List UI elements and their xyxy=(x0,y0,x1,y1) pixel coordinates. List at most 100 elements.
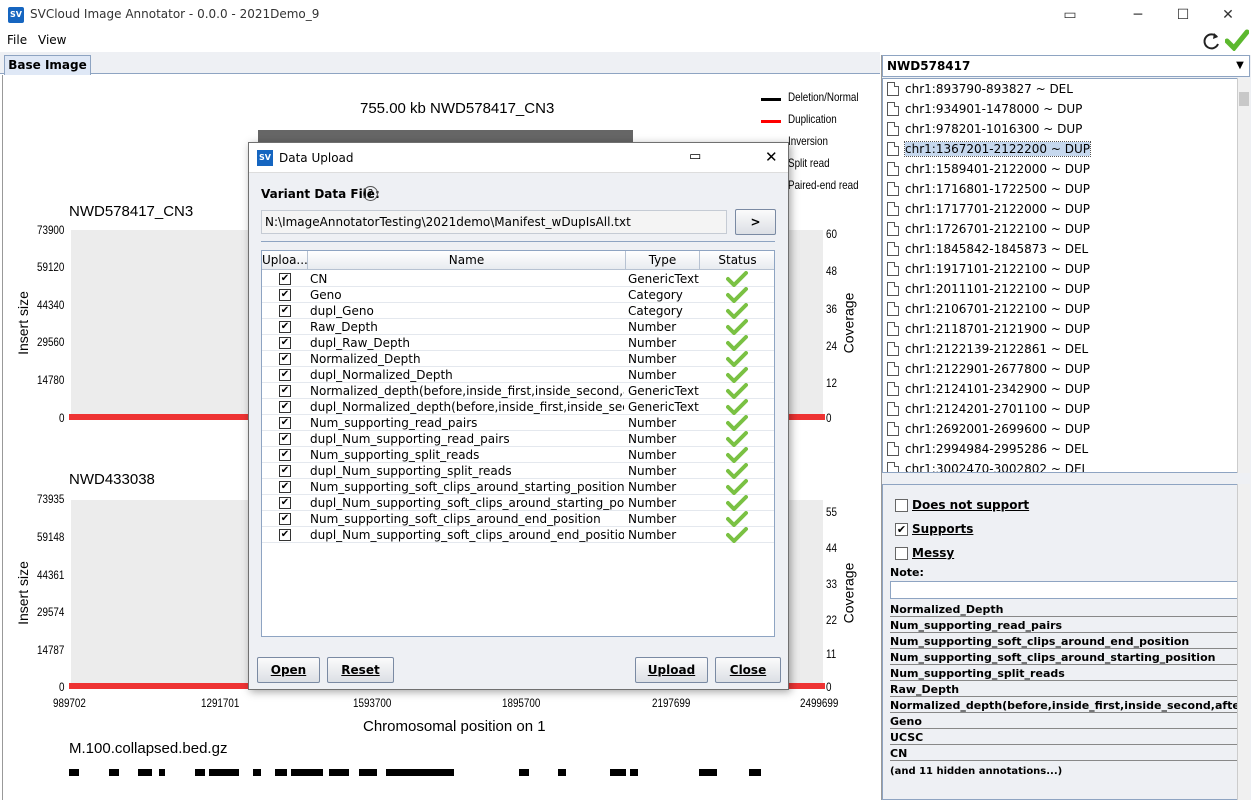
supports-checkbox[interactable]: ✔ xyxy=(895,523,908,536)
variant-list-item[interactable]: chr1:1716801-1722500 ~ DUP xyxy=(883,179,1237,199)
variant-list-item[interactable]: chr1:978201-1016300 ~ DUP xyxy=(883,119,1237,139)
ok-check-icon xyxy=(726,351,748,367)
variant-list-item[interactable]: chr1:3002470-3002802 ~ DEL xyxy=(883,459,1237,472)
variant-list-item[interactable]: chr1:2124101-2342900 ~ DUP xyxy=(883,379,1237,399)
minimize-button[interactable]: ─ xyxy=(1115,0,1161,30)
refresh-icon[interactable] xyxy=(1200,30,1222,52)
annotation-scrollbar[interactable] xyxy=(1237,484,1250,800)
table-row[interactable]: ✔ Geno Category xyxy=(262,287,774,303)
table-row[interactable]: ✔ CN GenericText xyxy=(262,271,774,287)
sample-selector-value: NWD578417 xyxy=(887,59,971,73)
upload-checkbox[interactable]: ✔ xyxy=(279,433,291,445)
table-row[interactable]: ✔ Normalized_Depth Number xyxy=(262,351,774,367)
variant-list-item[interactable]: chr1:1917101-2122100 ~ DUP xyxy=(883,259,1237,279)
variant-list-item[interactable]: chr1:2011101-2122100 ~ DUP xyxy=(883,279,1237,299)
variant-list-scrollbar[interactable] xyxy=(1237,78,1250,473)
variant-list-item[interactable]: chr1:2118701-2121900 ~ DUP xyxy=(883,319,1237,339)
column-header-status[interactable]: Status xyxy=(700,251,774,270)
variant-list-item[interactable]: chr1:2124201-2701100 ~ DUP xyxy=(883,399,1237,419)
upload-checkbox[interactable]: ✔ xyxy=(279,321,291,333)
column-header-type[interactable]: Type xyxy=(626,251,700,270)
upload-checkbox[interactable]: ✔ xyxy=(279,273,291,285)
table-row[interactable]: ✔ dupl_Geno Category xyxy=(262,303,774,319)
annotation-field-line[interactable] xyxy=(890,680,1238,681)
table-row[interactable]: ✔ Num_supporting_read_pairs Number xyxy=(262,415,774,431)
maximize-button[interactable]: ☐ xyxy=(1160,0,1206,30)
upload-checkbox[interactable]: ✔ xyxy=(279,369,291,381)
variant-list-item[interactable]: chr1:893790-893827 ~ DEL xyxy=(883,79,1237,99)
row-name: Num_supporting_read_pairs xyxy=(310,416,478,430)
variant-list[interactable]: chr1:893790-893827 ~ DEL chr1:934901-1478… xyxy=(882,78,1238,473)
table-row[interactable]: ✔ Num_supporting_soft_clips_around_starti… xyxy=(262,479,774,495)
table-row[interactable]: ✔ dupl_Num_supporting_split_reads Number xyxy=(262,463,774,479)
annotation-field-line[interactable] xyxy=(890,616,1238,617)
browse-button[interactable]: > xyxy=(735,209,776,235)
upload-checkbox[interactable]: ✔ xyxy=(279,385,291,397)
upload-checkbox[interactable]: ✔ xyxy=(279,497,291,509)
does-not-support-checkbox[interactable] xyxy=(895,499,908,512)
variant-list-item[interactable]: chr1:1845842-1845873 ~ DEL xyxy=(883,239,1237,259)
variant-list-item[interactable]: chr1:1589401-2122000 ~ DUP xyxy=(883,159,1237,179)
annotation-field-line[interactable] xyxy=(890,744,1238,745)
table-row[interactable]: ✔ Normalized_depth(before,inside_first,in… xyxy=(262,383,774,399)
help-icon[interactable]: ? xyxy=(363,186,378,201)
snap-icon[interactable]: ▭ xyxy=(1047,0,1093,30)
variant-list-item[interactable]: chr1:2122139-2122861 ~ DEL xyxy=(883,339,1237,359)
variant-list-item[interactable]: chr1:1726701-2122100 ~ DUP xyxy=(883,219,1237,239)
upload-checkbox[interactable]: ✔ xyxy=(279,513,291,525)
variant-list-item[interactable]: chr1:2692001-2699600 ~ DUP xyxy=(883,419,1237,439)
table-row[interactable]: ✔ dupl_Normalized_Depth Number xyxy=(262,367,774,383)
close-button[interactable]: Close xyxy=(715,657,781,683)
upload-checkbox[interactable]: ✔ xyxy=(279,353,291,365)
variant-file-path-field[interactable]: N:\ImageAnnotatorTesting\2021demo\Manife… xyxy=(261,210,727,234)
table-row[interactable]: ✔ Num_supporting_split_reads Number xyxy=(262,447,774,463)
sample-selector[interactable]: NWD578417 ▼ xyxy=(882,55,1250,77)
menu-file[interactable]: File xyxy=(7,33,27,47)
table-row[interactable]: ✔ dupl_Raw_Depth Number xyxy=(262,335,774,351)
variant-list-item[interactable]: chr1:934901-1478000 ~ DUP xyxy=(883,99,1237,119)
column-header-upload[interactable]: Uploa... xyxy=(262,251,308,270)
upload-checkbox[interactable]: ✔ xyxy=(279,481,291,493)
dialog-close-icon[interactable]: ✕ xyxy=(765,148,778,166)
annotation-field-line[interactable] xyxy=(890,664,1238,665)
column-header-name[interactable]: Name xyxy=(308,251,626,270)
variant-list-item[interactable]: chr1:1367201-2122200 ~ DUP xyxy=(883,139,1237,159)
annotation-field-line[interactable] xyxy=(890,648,1238,649)
table-row[interactable]: ✔ Raw_Depth Number xyxy=(262,319,774,335)
variant-list-item[interactable]: chr1:2994984-2995286 ~ DEL xyxy=(883,439,1237,459)
upload-checkbox[interactable]: ✔ xyxy=(279,305,291,317)
upload-checkbox[interactable]: ✔ xyxy=(279,337,291,349)
annotation-field-line[interactable] xyxy=(890,712,1238,713)
upload-checkbox[interactable]: ✔ xyxy=(279,465,291,477)
variant-list-item[interactable]: chr1:2122901-2677800 ~ DUP xyxy=(883,359,1237,379)
messy-checkbox[interactable] xyxy=(895,547,908,560)
upload-checkbox[interactable]: ✔ xyxy=(279,449,291,461)
table-row[interactable]: ✔ Num_supporting_soft_clips_around_end_po… xyxy=(262,511,774,527)
upload-button[interactable]: Upload xyxy=(635,657,708,683)
chevron-down-icon[interactable]: ▼ xyxy=(1231,56,1249,76)
variant-list-item[interactable]: chr1:2106701-2122100 ~ DUP xyxy=(883,299,1237,319)
menu-view[interactable]: View xyxy=(38,33,66,47)
close-window-button[interactable]: ✕ xyxy=(1205,0,1251,30)
upload-checkbox[interactable]: ✔ xyxy=(279,417,291,429)
open-button[interactable]: Open xyxy=(257,657,320,683)
table-row[interactable]: ✔ dupl_Num_supporting_soft_clips_around_e… xyxy=(262,527,774,543)
table-row[interactable]: ✔ dupl_Num_supporting_read_pairs Number xyxy=(262,431,774,447)
tab-base-image[interactable]: Base Image xyxy=(4,55,91,75)
upload-checkbox[interactable]: ✔ xyxy=(279,401,291,413)
annotation-field-line[interactable] xyxy=(890,728,1238,729)
upload-checkbox[interactable]: ✔ xyxy=(279,529,291,541)
upload-checkbox[interactable]: ✔ xyxy=(279,289,291,301)
table-row[interactable]: ✔ dupl_Normalized_depth(before,inside_fir… xyxy=(262,399,774,415)
annotation-field-line[interactable] xyxy=(890,760,1238,761)
snap-icon[interactable]: ▭ xyxy=(689,149,701,164)
scrollbar-thumb[interactable] xyxy=(1239,92,1249,106)
tab-strip xyxy=(0,52,880,74)
annotation-field-line[interactable] xyxy=(890,632,1238,633)
note-input[interactable] xyxy=(890,581,1238,599)
annotation-field-line[interactable] xyxy=(890,696,1238,697)
variant-list-item[interactable]: chr1:1717701-2122000 ~ DUP xyxy=(883,199,1237,219)
table-row[interactable]: ✔ dupl_Num_supporting_soft_clips_around_s… xyxy=(262,495,774,511)
reset-button[interactable]: Reset xyxy=(327,657,394,683)
checkmark-icon[interactable] xyxy=(1225,29,1249,51)
